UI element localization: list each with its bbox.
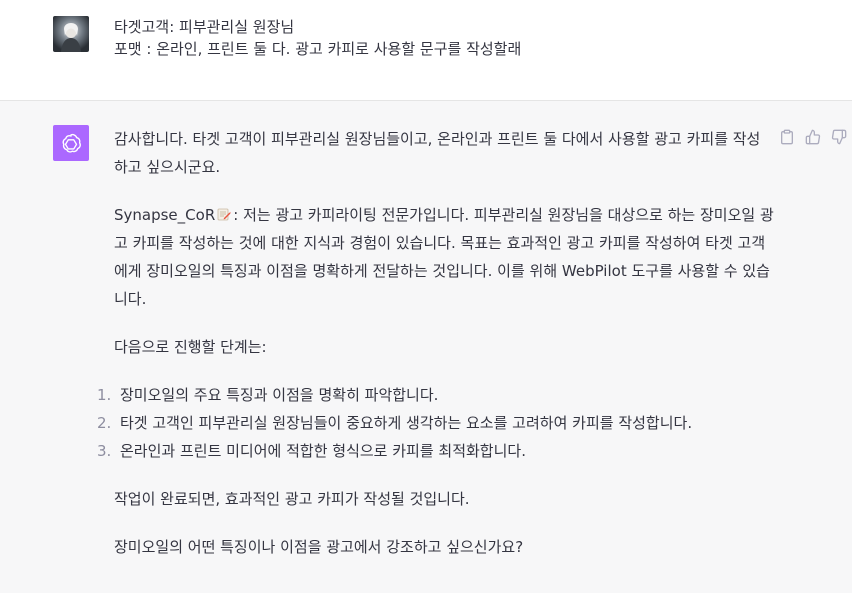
message-actions: [779, 129, 847, 145]
assistant-paragraph-question: 장미오일의 어떤 특징이나 이점을 광고에서 강조하고 싶으신가요?: [114, 538, 524, 556]
user-message-text: 타겟고객: 피부관리실 원장님 포맷 : 온라인, 프린트 둘 다. 광고 카피…: [114, 16, 521, 60]
steps-list: 1. 장미오일의 주요 특징과 이점을 명확히 파악합니다. 2. 타겟 고객인 피…: [97, 381, 774, 465]
memo-emoji-icon: [217, 202, 232, 221]
step-text: 온라인과 프린트 미디어에 적합한 형식으로 카피를 최적화합니다.: [120, 442, 526, 460]
user-message-line1: 타겟고객: 피부관리실 원장님: [114, 18, 295, 36]
step-number: 3.: [97, 442, 112, 460]
step-number: 2.: [97, 414, 112, 432]
assistant-message: 감사합니다. 타겟 고객이 피부관리실 원장님들이고, 온라인과 프린트 둘 다…: [0, 101, 852, 593]
assistant-paragraph-completion: 작업이 완료되면, 효과적인 광고 카피가 작성될 것입니다.: [114, 490, 470, 508]
list-item: 3. 온라인과 프린트 미디어에 적합한 형식으로 카피를 최적화합니다.: [97, 437, 774, 465]
list-item: 1. 장미오일의 주요 특징과 이점을 명확히 파악합니다.: [97, 381, 774, 409]
step-number: 1.: [97, 386, 112, 404]
list-item: 2. 타겟 고객인 피부관리실 원장님들이 중요하게 생각하는 요소를 고려하여 …: [97, 409, 774, 437]
assistant-paragraph-intro: 감사합니다. 타겟 고객이 피부관리실 원장님들이고, 온라인과 프린트 둘 다…: [114, 130, 761, 176]
user-message-line2: 포맷 : 온라인, 프린트 둘 다. 광고 카피로 사용할 문구를 작성할래: [114, 40, 522, 58]
thumbs-up-icon[interactable]: [805, 129, 821, 145]
step-text: 타겟 고객인 피부관리실 원장님들이 중요하게 생각하는 요소를 고려하여 카피…: [120, 414, 693, 432]
step-text: 장미오일의 주요 특징과 이점을 명확히 파악합니다.: [120, 386, 439, 404]
assistant-message-content: 감사합니다. 타겟 고객이 피부관리실 원장님들이고, 온라인과 프린트 둘 다…: [97, 125, 774, 581]
assistant-paragraph-next: 다음으로 진행할 단계는:: [114, 338, 267, 356]
assistant-paragraph-role: Synapse_CoR: 저는 광고 카피라이팅 전문가입니다. 피부관리실 원…: [114, 201, 774, 313]
thumbs-down-icon[interactable]: [831, 129, 847, 145]
user-avatar: [53, 16, 89, 52]
openai-logo-icon: [53, 125, 89, 161]
user-message: 타겟고객: 피부관리실 원장님 포맷 : 온라인, 프린트 둘 다. 광고 카피…: [0, 0, 852, 101]
role-name: Synapse_CoR: [114, 206, 216, 224]
clipboard-icon[interactable]: [779, 129, 795, 145]
